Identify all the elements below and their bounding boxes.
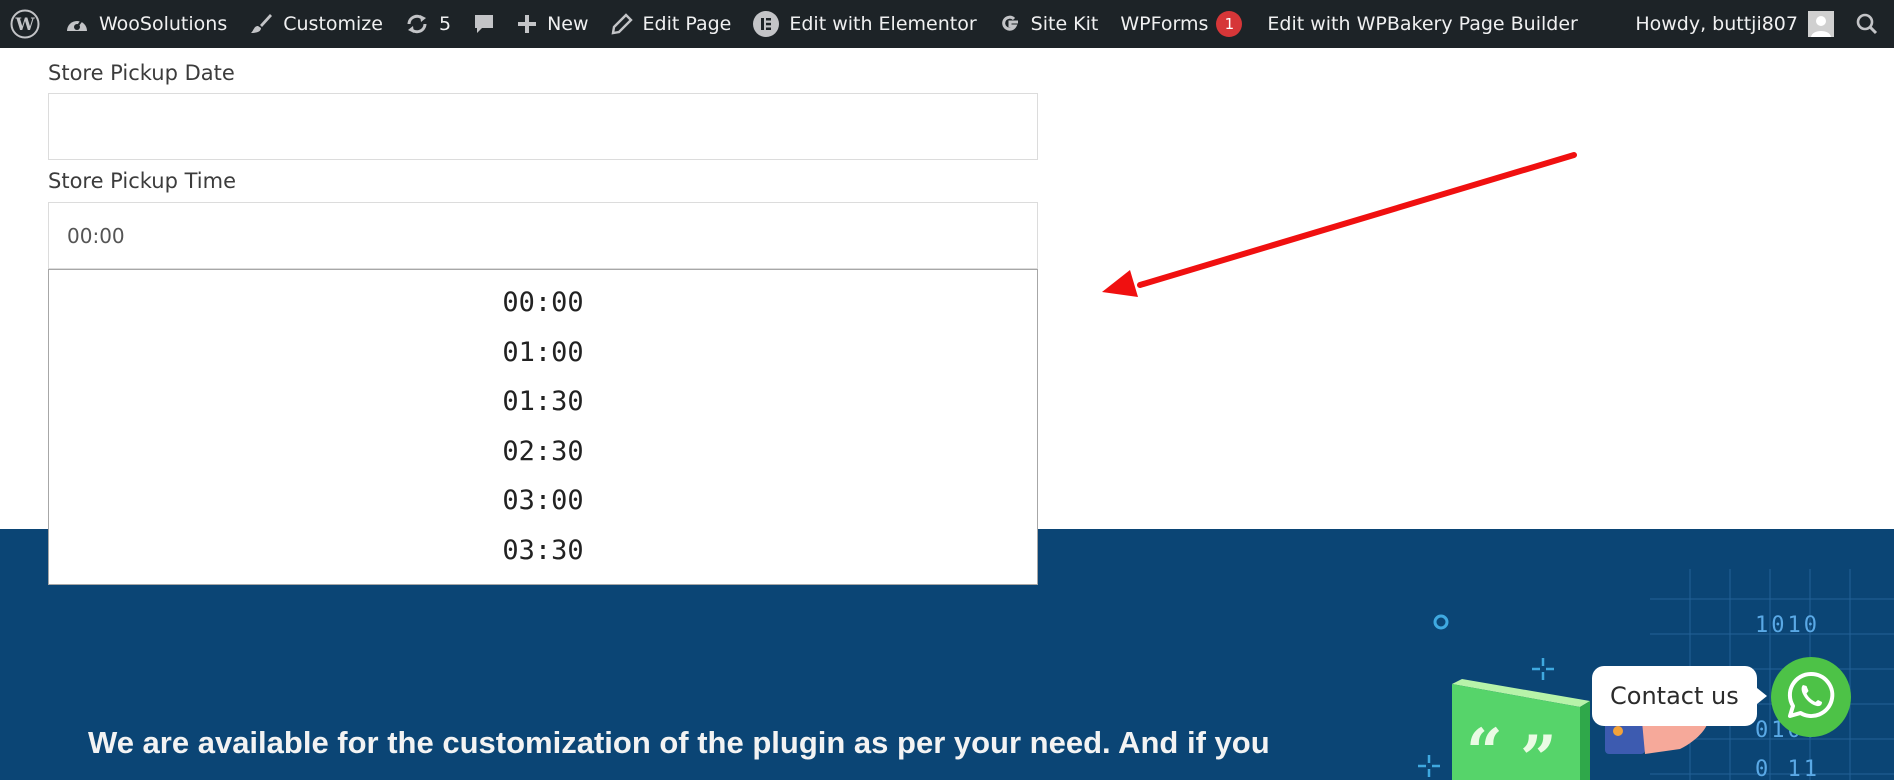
edit-wpbakery-label: Edit with WPBakery Page Builder [1267, 13, 1578, 35]
customization-promo-text: We are available for the customization o… [88, 725, 1270, 760]
support-illustration: 1010 0100 0 11 “ ” [1418, 569, 1894, 780]
customize-label: Customize [283, 13, 383, 35]
time-option[interactable]: 00:00 [49, 278, 1037, 328]
wpforms-notification-badge: 1 [1216, 11, 1243, 37]
customize-link[interactable]: Customize [238, 0, 394, 48]
contact-us-label: Contact us [1610, 682, 1739, 710]
time-option[interactable]: 02:30 [49, 427, 1037, 477]
svg-text:W: W [14, 15, 35, 35]
pickup-date-label: Store Pickup Date [48, 61, 235, 85]
edit-page-link[interactable]: Edit Page [600, 0, 743, 48]
time-option-list: 00:00 01:00 01:30 02:30 03:00 03:30 [49, 270, 1037, 575]
refresh-icon [405, 12, 429, 36]
site-name-menu[interactable]: WooSolutions [54, 0, 238, 48]
wpforms-menu[interactable]: WPForms 1 [1109, 0, 1253, 48]
time-option[interactable]: 03:00 [49, 476, 1037, 526]
google-g-icon [999, 13, 1021, 35]
binary-row: 0 11 [1755, 757, 1820, 780]
whatsapp-icon [1785, 669, 1837, 726]
admin-bar-secondary: Howdy, buttji807 [1624, 0, 1894, 48]
pickup-time-dropdown: 00:00 01:00 01:30 02:30 03:00 03:30 [48, 269, 1038, 585]
edit-with-elementor-link[interactable]: Edit with Elementor [742, 0, 987, 48]
site-kit-link[interactable]: Site Kit [988, 0, 1110, 48]
howdy-label: Howdy, buttji807 [1635, 13, 1798, 35]
updates-count: 5 [438, 13, 452, 35]
avatar [1808, 11, 1834, 37]
search-icon [1856, 13, 1878, 35]
admin-bar: W WooSolutions Customize 5 New Edit Page… [0, 0, 1894, 48]
pickup-time-label: Store Pickup Time [48, 169, 236, 193]
dashboard-icon [65, 13, 89, 35]
wpforms-label: WPForms [1120, 13, 1209, 35]
pickup-time-input[interactable]: 00:00 [48, 202, 1038, 269]
wordpress-icon: W [10, 9, 40, 39]
comment-icon [473, 13, 495, 35]
plus-icon [517, 14, 537, 34]
pickup-date-input[interactable] [48, 93, 1038, 160]
site-kit-label: Site Kit [1030, 13, 1099, 35]
new-label: New [547, 13, 589, 35]
site-name-label: WooSolutions [99, 13, 228, 35]
quote-box-graphic: “ ” [1452, 679, 1590, 780]
elementor-icon [753, 11, 780, 37]
edit-page-label: Edit Page [642, 13, 732, 35]
pencil-icon [611, 13, 633, 35]
updates-link[interactable]: 5 [394, 0, 462, 48]
time-option[interactable]: 01:00 [49, 328, 1037, 378]
wordpress-logo-menu[interactable]: W [0, 0, 54, 48]
edit-elementor-label: Edit with Elementor [789, 13, 977, 35]
admin-search[interactable] [1845, 0, 1894, 48]
new-content-menu[interactable]: New [506, 0, 599, 48]
comments-link[interactable] [462, 0, 506, 48]
contact-us-bubble[interactable]: Contact us [1592, 666, 1767, 726]
svg-text:“: “ [1466, 715, 1503, 780]
brush-icon [249, 12, 273, 36]
binary-row: 1010 [1755, 613, 1820, 638]
time-option[interactable]: 01:30 [49, 377, 1037, 427]
edit-with-wpbakery-link[interactable]: Edit with WPBakery Page Builder [1253, 0, 1588, 48]
svg-text:”: ” [1520, 722, 1557, 780]
time-option[interactable]: 03:30 [49, 526, 1037, 576]
my-account-menu[interactable]: Howdy, buttji807 [1624, 0, 1845, 48]
whatsapp-chat-button[interactable] [1771, 657, 1851, 737]
